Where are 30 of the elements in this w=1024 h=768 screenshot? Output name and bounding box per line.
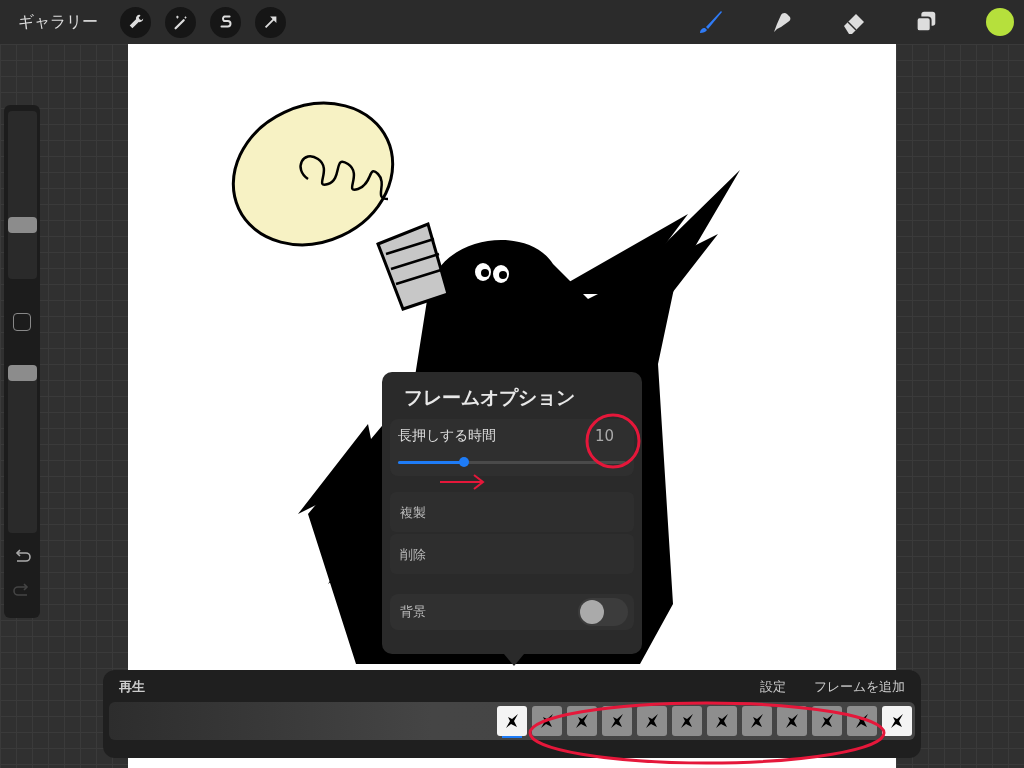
frame-thumbnail[interactable] [637,706,667,736]
color-swatch[interactable] [986,8,1014,36]
background-toggle[interactable] [578,598,628,626]
frame-thumbnail[interactable] [672,706,702,736]
delete-button[interactable]: 削除 [390,534,634,574]
frame-thumbnail[interactable] [602,706,632,736]
frame-thumbnail[interactable] [497,706,527,736]
brush-size-slider[interactable] [7,111,37,279]
annotation-circle [585,413,641,469]
wrench-icon[interactable] [120,6,151,38]
frame-thumbnail[interactable] [882,706,912,736]
settings-button[interactable]: 設定 [760,678,786,696]
selection-icon[interactable] [210,6,241,38]
play-button[interactable]: 再生 [119,678,145,696]
hold-duration-label: 長押しする時間 [398,427,496,445]
modify-square-icon[interactable] [13,313,31,331]
popover-title: フレームオプション [403,385,576,410]
frame-thumbnail[interactable] [742,706,772,736]
hold-duration-value: 10 [594,427,615,445]
background-label: 背景 [400,603,426,621]
frame-thumbnail[interactable] [812,706,842,736]
opacity-slider[interactable] [7,365,37,533]
frame-thumbnail[interactable] [567,706,597,736]
add-frame-button[interactable]: フレームを追加 [814,678,905,696]
frame-thumbnail[interactable] [777,706,807,736]
annotation-arrow [439,474,485,490]
gallery-button[interactable]: ギャラリー [12,7,104,37]
duplicate-button[interactable]: 複製 [390,492,634,532]
magic-wand-icon[interactable] [165,6,196,38]
frame-thumbnail[interactable] [707,706,737,736]
